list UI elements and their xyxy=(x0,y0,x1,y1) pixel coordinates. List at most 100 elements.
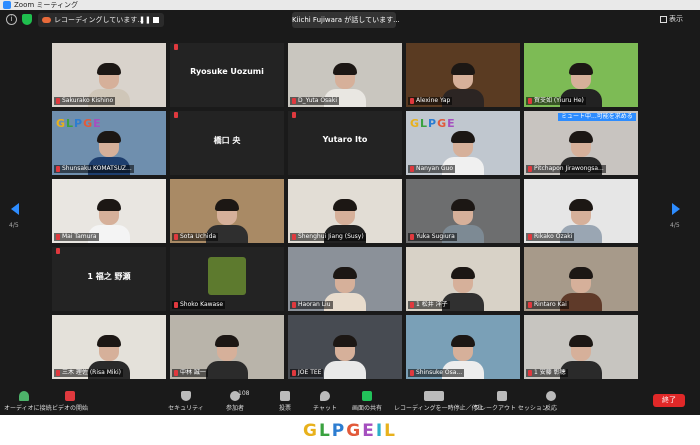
page-indicator-left: 4/5 xyxy=(9,222,19,229)
muted-mic-icon xyxy=(174,234,178,240)
muted-mic-icon xyxy=(56,370,60,376)
glpe-virtual-background-logo: GLPGE xyxy=(56,117,102,130)
participant-tile[interactable]: 賀芠如 (Yiuru He) xyxy=(524,43,638,107)
muted-mic-icon xyxy=(292,112,296,118)
participant-tile[interactable]: Rintaro Kai xyxy=(524,247,638,311)
muted-mic-icon xyxy=(410,234,414,240)
previous-page-arrow-icon[interactable] xyxy=(11,203,19,215)
participant-tile[interactable]: 1 松井 洋子 xyxy=(406,247,520,311)
breakout-grid-icon xyxy=(497,391,507,401)
participant-tile[interactable]: Ryosuke Uozumi xyxy=(170,43,284,107)
participant-tile[interactable]: Sota Uchida xyxy=(170,179,284,243)
participant-tile[interactable]: Shoko Kawase xyxy=(170,247,284,311)
participant-tile[interactable]: D_Yuta Osaki xyxy=(288,43,402,107)
audio-button[interactable]: オーディオに接続 xyxy=(4,388,52,415)
security-button[interactable]: セキュリティ xyxy=(166,388,206,415)
participant-tile[interactable]: Rikako Ozaki xyxy=(524,179,638,243)
participant-name-label: 1 松井 洋子 xyxy=(408,301,450,309)
participant-display-name: Ryosuke Uozumi xyxy=(190,67,264,76)
muted-mic-icon xyxy=(174,370,178,376)
pause-stop-icon xyxy=(424,391,444,401)
participant-name-label: Nanyan Guo xyxy=(408,165,456,173)
recording-text: レコーディングしています... xyxy=(54,16,144,24)
zoom-app-icon xyxy=(3,1,11,9)
window-title: Zoom ミーティング xyxy=(14,1,78,9)
participant-name-label: Pitchapon Jirawongsa... xyxy=(526,165,606,173)
participant-tile[interactable]: 1 福之 野瀬 xyxy=(52,247,166,311)
participant-tile[interactable]: Shenghui Jiang (Susy) xyxy=(288,179,402,243)
breakout-rooms-button[interactable]: ブレークアウト セッション xyxy=(474,388,548,415)
bar-chart-icon xyxy=(280,391,290,401)
muted-mic-icon xyxy=(528,166,532,172)
muted-mic-icon xyxy=(410,370,414,376)
muted-mic-icon xyxy=(174,44,178,50)
smiley-icon xyxy=(546,391,556,401)
participant-tile[interactable]: 1 安藤 彰穂 xyxy=(524,315,638,379)
participant-name-label: Sota Uchida xyxy=(172,233,219,241)
reactions-button[interactable]: 反応 xyxy=(536,388,566,415)
participant-name-label: 賀芠如 (Yiuru He) xyxy=(526,97,586,105)
participant-tile[interactable]: Alexine Yap xyxy=(406,43,520,107)
participant-tile[interactable]: 三木 理佐 (Risa Miki) xyxy=(52,315,166,379)
video-button[interactable]: ビデオの開始 xyxy=(50,388,90,415)
shield-icon[interactable] xyxy=(22,14,32,25)
participant-tile[interactable]: Mai Tamura xyxy=(52,179,166,243)
headphones-icon xyxy=(19,391,29,401)
participant-tile[interactable]: 中林 誠一 xyxy=(170,315,284,379)
info-icon[interactable]: i xyxy=(6,14,17,25)
tile-comment-overlay: ミュート中...可能を求める xyxy=(558,113,636,121)
participant-tile[interactable]: GLPGE Nanyan Guo xyxy=(406,111,520,175)
view-button[interactable]: 表示 xyxy=(660,13,683,25)
page-indicator-right: 4/5 xyxy=(670,222,680,229)
participant-tile[interactable]: 橋口 央 xyxy=(170,111,284,175)
participant-video xyxy=(322,335,368,379)
pause-icon[interactable]: ❚❚ xyxy=(139,14,151,26)
participant-tile[interactable]: GLPGE Shunsaku KOMATSUZ... xyxy=(52,111,166,175)
muted-mic-icon xyxy=(410,302,414,308)
window-title-bar: Zoom ミーティング xyxy=(0,0,700,10)
meeting-toolbar: オーディオに接続 ビデオの開始 セキュリティ 108 参加者 投票 チャット 画… xyxy=(0,388,700,415)
glpe-virtual-background-logo: GLPGE xyxy=(410,117,456,130)
meeting-top-bar: i レコーディングしています... ❚❚ Kiichi Fujiwara が話し… xyxy=(0,10,700,30)
participant-name-label: 三木 理佐 (Risa Miki) xyxy=(54,369,124,377)
participant-name-label: Mai Tamura xyxy=(54,233,99,241)
next-page-arrow-icon[interactable] xyxy=(672,203,680,215)
participant-tile[interactable]: Shinsuke Osa... xyxy=(406,315,520,379)
participant-name-label: D_Yuta Osaki xyxy=(290,97,340,105)
record-control-button[interactable]: レコーディングを一時停止／停止 xyxy=(394,388,484,415)
participant-tile[interactable]: Pitchapon Jirawongsa... ミュート中...可能を求める xyxy=(524,111,638,175)
participant-name-label: 1 安藤 彰穂 xyxy=(526,369,568,377)
plant-photo xyxy=(208,257,246,295)
participant-name-label: Rikako Ozaki xyxy=(526,233,575,241)
share-arrow-icon xyxy=(362,391,372,401)
muted-mic-icon xyxy=(292,302,296,308)
chat-button[interactable]: チャット xyxy=(310,388,340,415)
shield-icon xyxy=(181,391,191,401)
participant-tile[interactable]: Sakurako Kishino xyxy=(52,43,166,107)
participant-tile[interactable]: Yuka Sugiura xyxy=(406,179,520,243)
participant-name-label: Rintaro Kai xyxy=(526,301,569,309)
participant-name-label: JOE TEE xyxy=(290,369,324,377)
muted-mic-icon xyxy=(56,234,60,240)
participant-video xyxy=(204,335,250,379)
stop-icon[interactable] xyxy=(153,17,159,23)
logo-banner: GLPGEIL xyxy=(0,415,700,445)
participant-tile[interactable]: Haoran Liu xyxy=(288,247,402,311)
participant-display-name: 橋口 央 xyxy=(213,136,241,145)
participant-name-label: Haoran Liu xyxy=(290,301,333,309)
grid-view-icon xyxy=(660,15,667,23)
participant-tile[interactable]: JOE TEE xyxy=(288,315,402,379)
muted-mic-icon xyxy=(174,302,178,308)
gallery-grid: Sakurako Kishino Ryosuke Uozumi D_Yuta Osa… xyxy=(52,43,640,379)
muted-mic-icon xyxy=(528,370,532,376)
recording-indicator: レコーディングしています... ❚❚ xyxy=(38,13,164,27)
participant-name-label: Sakurako Kishino xyxy=(54,97,116,105)
share-screen-button[interactable]: 画面の共有 xyxy=(348,388,386,415)
participant-name-label: 中林 誠一 xyxy=(172,369,208,377)
participants-button[interactable]: 108 参加者 xyxy=(214,388,256,415)
polls-button[interactable]: 投票 xyxy=(270,388,300,415)
participant-name-label: Yuka Sugiura xyxy=(408,233,457,241)
participant-tile[interactable]: Yutaro Ito xyxy=(288,111,402,175)
participant-display-name: Yutaro Ito xyxy=(322,135,368,144)
end-meeting-button[interactable]: 終了 xyxy=(653,394,685,407)
